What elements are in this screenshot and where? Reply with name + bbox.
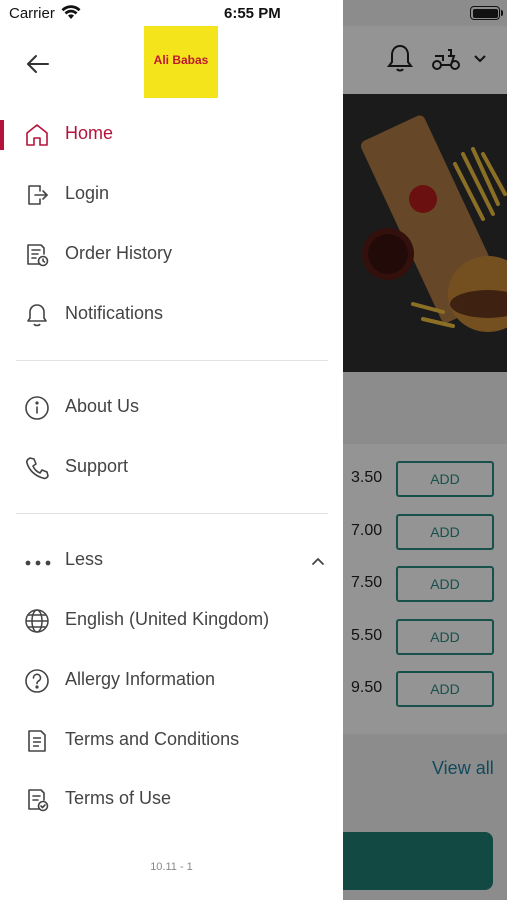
battery-icon (470, 6, 500, 20)
order-history-icon (27, 244, 49, 267)
app-version: 10.11 - 1 (150, 861, 193, 873)
bell-icon (27, 304, 47, 327)
back-arrow-icon[interactable] (22, 48, 54, 80)
login-icon (28, 185, 48, 205)
menu-label: English (United Kingdom) (65, 609, 270, 629)
menu-item-notifications[interactable]: Notifications (0, 286, 343, 342)
menu-label: Less (65, 549, 104, 569)
menu-label: Home (65, 123, 114, 143)
menu-label: Terms and Conditions (65, 729, 240, 749)
menu-item-order-history[interactable]: Order History (0, 226, 343, 282)
logo-text: Ali Babas (153, 53, 209, 67)
menu-item-allergy-information[interactable]: Allergy Information (0, 652, 343, 708)
menu-label: Terms of Use (65, 788, 172, 808)
brand-logo[interactable]: Ali Babas (144, 26, 218, 98)
navigation-drawer: Ali Babas Home Login Order History Notif… (0, 0, 343, 900)
info-icon (25, 396, 49, 420)
menu-item-home[interactable]: Home (0, 106, 343, 162)
clock: 6:55 PM (224, 5, 281, 22)
globe-icon (25, 609, 49, 633)
more-dots-icon (25, 560, 51, 566)
wifi-icon (61, 5, 81, 19)
divider (16, 360, 328, 361)
menu-item-language[interactable]: English (United Kingdom) (0, 592, 343, 648)
document-icon (28, 730, 46, 752)
chevron-up-icon (312, 558, 324, 565)
carrier-label: Carrier (9, 5, 55, 22)
menu-label: About Us (65, 396, 140, 416)
menu-label: Allergy Information (65, 669, 216, 689)
menu-label: Order History (65, 243, 173, 263)
menu-item-about-us[interactable]: About Us (0, 379, 343, 435)
phone-icon (25, 457, 49, 480)
battery-tip (501, 10, 503, 16)
more-toggle[interactable]: Less (0, 532, 343, 588)
status-bar: Carrier 6:55 PM (0, 0, 507, 26)
question-icon (25, 669, 49, 693)
divider (16, 513, 328, 514)
menu-label: Login (65, 183, 110, 203)
menu-label: Notifications (65, 303, 164, 323)
menu-item-login[interactable]: Login (0, 166, 343, 222)
menu-item-terms-of-use[interactable]: Terms of Use (0, 771, 343, 827)
menu-item-terms-and-conditions[interactable]: Terms and Conditions (0, 712, 343, 768)
menu-label: Support (65, 456, 129, 476)
document-check-icon (28, 789, 49, 812)
menu-item-support[interactable]: Support (0, 439, 343, 495)
home-icon (26, 124, 48, 146)
